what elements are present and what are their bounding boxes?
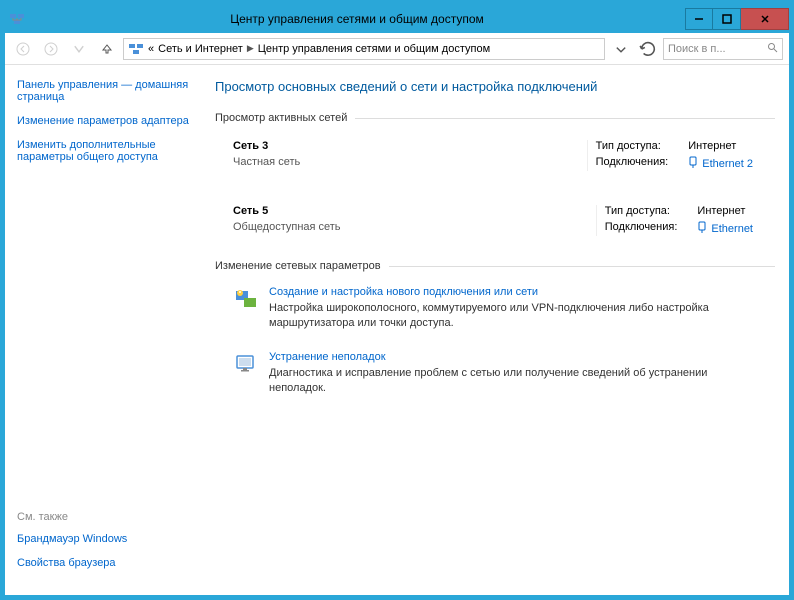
new-connection-icon bbox=[233, 286, 259, 312]
minimize-button[interactable] bbox=[685, 8, 713, 30]
sidebar-sharing[interactable]: Изменить дополнительные параметры общего… bbox=[17, 139, 203, 163]
network-icon bbox=[128, 41, 144, 57]
network-name: Сеть 3 bbox=[233, 140, 579, 152]
network-name: Сеть 5 bbox=[233, 205, 588, 217]
network-type: Частная сеть bbox=[233, 156, 579, 168]
nav-up-button[interactable] bbox=[95, 37, 119, 61]
chevron-right-icon: ▶ bbox=[247, 43, 254, 54]
sidebar-inetopts[interactable]: Свойства браузера bbox=[17, 557, 203, 569]
breadcrumb-prefix: « bbox=[148, 43, 154, 55]
connection-link[interactable]: Ethernet 2 bbox=[688, 156, 753, 171]
search-icon bbox=[767, 42, 778, 56]
close-button[interactable] bbox=[741, 8, 789, 30]
access-type-value: Интернет bbox=[697, 205, 753, 217]
divider bbox=[596, 205, 597, 236]
window: Центр управления сетями и общим доступом… bbox=[4, 4, 790, 596]
navbar: « Сеть и Интернет ▶ Центр управления сет… bbox=[5, 33, 789, 65]
connection-link[interactable]: Ethernet bbox=[697, 221, 753, 236]
refresh-button[interactable] bbox=[637, 38, 659, 60]
action-item: Создание и настройка нового подключения … bbox=[215, 278, 775, 343]
troubleshoot-link[interactable]: Устранение неполадок bbox=[269, 351, 765, 363]
nav-back-button[interactable] bbox=[11, 37, 35, 61]
access-type-label: Тип доступа: bbox=[596, 140, 669, 152]
search-input[interactable]: Поиск в п... bbox=[663, 38, 783, 60]
page-title: Просмотр основных сведений о сети и наст… bbox=[215, 79, 775, 94]
active-networks-header: Просмотр активных сетей bbox=[215, 112, 775, 124]
divider bbox=[587, 140, 588, 171]
dropdown-button[interactable] bbox=[609, 37, 633, 61]
breadcrumb-net[interactable]: Сеть и Интернет bbox=[158, 43, 243, 55]
ethernet-icon bbox=[697, 221, 707, 236]
titlebar: Центр управления сетями и общим доступом bbox=[5, 5, 789, 33]
address-bar[interactable]: « Сеть и Интернет ▶ Центр управления сет… bbox=[123, 38, 605, 60]
window-title: Центр управления сетями и общим доступом bbox=[29, 12, 685, 26]
ethernet-icon bbox=[688, 156, 698, 171]
new-connection-desc: Настройка широкополосного, коммутируемог… bbox=[269, 301, 765, 331]
nav-history-button[interactable] bbox=[67, 37, 91, 61]
change-settings-header: Изменение сетевых параметров bbox=[215, 260, 775, 272]
network-block: Сеть 3 Частная сеть Тип доступа: Интерне… bbox=[215, 130, 775, 195]
nav-forward-button[interactable] bbox=[39, 37, 63, 61]
connections-label: Подключения: bbox=[596, 156, 669, 171]
see-also-label: См. также bbox=[17, 511, 203, 523]
troubleshoot-desc: Диагностика и исправление проблем с сеть… bbox=[269, 366, 765, 396]
sidebar-adapter[interactable]: Изменение параметров адаптера bbox=[17, 115, 203, 127]
access-type-label: Тип доступа: bbox=[605, 205, 678, 217]
sidebar-firewall[interactable]: Брандмауэр Windows bbox=[17, 533, 203, 545]
content: Панель управления — домашняя страница Из… bbox=[5, 65, 789, 595]
network-type: Общедоступная сеть bbox=[233, 221, 588, 233]
troubleshoot-icon bbox=[233, 351, 259, 377]
sidebar: Панель управления — домашняя страница Из… bbox=[5, 65, 215, 595]
app-icon bbox=[9, 11, 25, 27]
action-item: Устранение неполадок Диагностика и испра… bbox=[215, 343, 775, 408]
access-type-value: Интернет bbox=[688, 140, 753, 152]
network-block: Сеть 5 Общедоступная сеть Тип доступа: И… bbox=[215, 195, 775, 260]
new-connection-link[interactable]: Создание и настройка нового подключения … bbox=[269, 286, 765, 298]
maximize-button[interactable] bbox=[713, 8, 741, 30]
search-placeholder: Поиск в п... bbox=[668, 43, 726, 55]
breadcrumb-center[interactable]: Центр управления сетями и общим доступом bbox=[258, 43, 490, 55]
connections-label: Подключения: bbox=[605, 221, 678, 236]
sidebar-home[interactable]: Панель управления — домашняя страница bbox=[17, 79, 203, 103]
main-panel: Просмотр основных сведений о сети и наст… bbox=[215, 65, 789, 595]
